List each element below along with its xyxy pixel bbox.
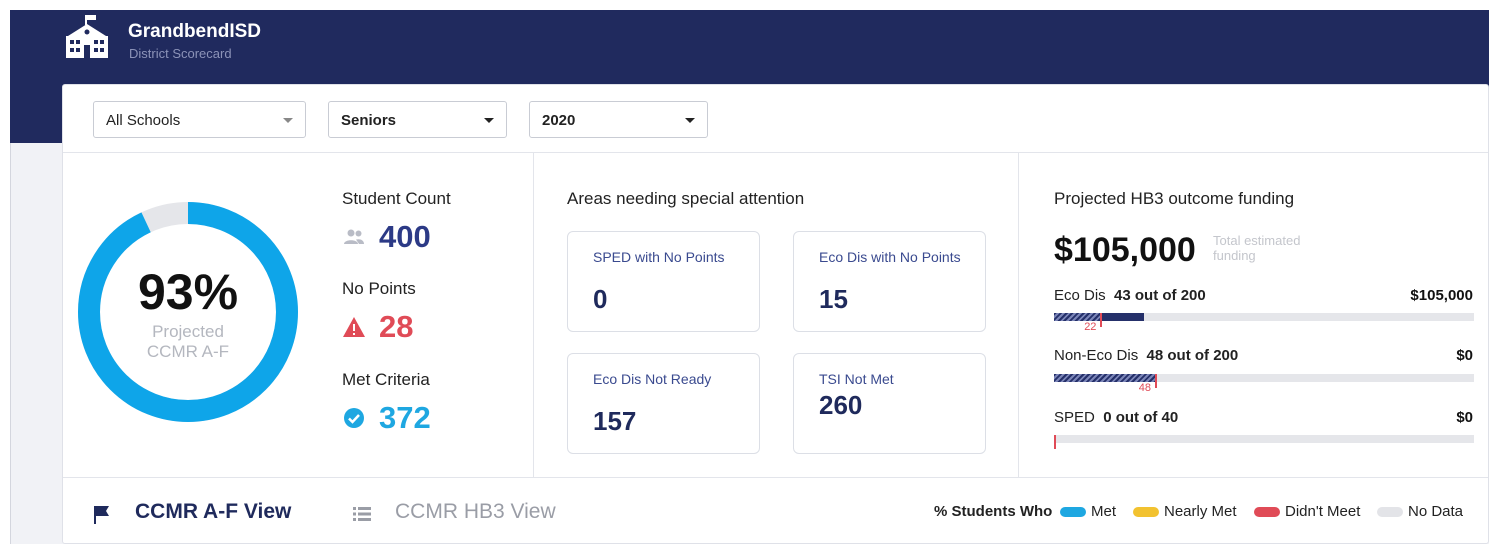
tile-value: 0: [593, 284, 608, 314]
met-criteria-label: Met Criteria: [342, 370, 430, 389]
funding-row-amount: $0: [1456, 409, 1473, 426]
legend-swatch-met: [1060, 507, 1086, 517]
funding-title: Projected HB3 outcome funding: [1054, 189, 1295, 208]
chevron-down-icon: [685, 118, 695, 123]
tile-value: 15: [819, 284, 848, 314]
funding-row-name: SPED: [1054, 409, 1095, 426]
legend-swatch-didnt-meet: [1254, 507, 1280, 517]
funding-row-detail: 43 out of 200: [1114, 287, 1206, 304]
legend-label-no-data: No Data: [1408, 503, 1464, 520]
funding-row-label: Eco Dis 43 out of 200: [1054, 287, 1206, 304]
school-icon: [66, 15, 108, 58]
chevron-down-icon: [484, 118, 494, 123]
student-count-label: Student Count: [342, 189, 451, 208]
funding-bar-track: [1054, 313, 1474, 321]
tile-label: TSI Not Met: [819, 371, 894, 387]
filter-bar: All Schools Seniors 2020: [63, 85, 1488, 153]
funding-marker-label: 22: [1084, 321, 1097, 333]
funding-bar-projected: [1054, 374, 1155, 382]
funding-row-amount: $0: [1456, 347, 1473, 364]
legend-label-nearly-met: Nearly Met: [1164, 503, 1237, 520]
warning-icon: [343, 317, 365, 337]
attention-title: Areas needing special attention: [567, 189, 805, 208]
check-circle-icon: [344, 408, 364, 428]
no-points-label: No Points: [342, 279, 416, 298]
funding-target-marker: [1154, 374, 1157, 388]
legend-swatch-nearly-met: [1133, 507, 1159, 517]
funding-bar-track: [1054, 374, 1474, 382]
legend-swatch-no-data: [1377, 507, 1403, 517]
funding-row-label: SPED 0 out of 40: [1054, 409, 1178, 426]
student-group-value: Seniors: [341, 112, 397, 129]
funding-row-detail: 0 out of 40: [1103, 409, 1179, 426]
year-select[interactable]: 2020: [529, 101, 708, 138]
tile-label: SPED with No Points: [593, 249, 725, 265]
funding-bar-track: [1054, 435, 1474, 443]
flag-icon: [94, 506, 109, 524]
tile-value: 260: [819, 390, 863, 420]
scorecard-card: All Schools Seniors 2020 93% Projected C…: [62, 84, 1489, 544]
no-points-value: 28: [379, 309, 414, 344]
attention-tile[interactable]: TSI Not Met 260: [793, 353, 986, 454]
funding-row-name: Eco Dis: [1054, 287, 1106, 304]
divider: [533, 153, 534, 477]
funding-target-marker: [1100, 313, 1103, 327]
tile-label: Eco Dis Not Ready: [593, 371, 712, 387]
funding-row-name: Non-Eco Dis: [1054, 347, 1139, 364]
funding-row-amount: $105,000: [1410, 287, 1473, 304]
funding-bar-projected: [1054, 313, 1101, 321]
people-icon: [344, 229, 364, 244]
school-select-value: All Schools: [106, 112, 181, 129]
tab-ccmr-af-view[interactable]: CCMR A-F View: [135, 500, 291, 524]
district-name: GrandbendISD: [128, 21, 262, 42]
funding-row-label: Non-Eco Dis 48 out of 200: [1054, 347, 1238, 364]
legend-title: % Students Who: [934, 503, 1053, 520]
school-select[interactable]: All Schools: [93, 101, 306, 138]
funding-total: $105,000: [1054, 231, 1196, 269]
legend-label-met: Met: [1091, 503, 1117, 520]
divider: [1018, 153, 1019, 477]
funding-target-marker: [1054, 435, 1056, 449]
student-group-select[interactable]: Seniors: [328, 101, 507, 138]
legend-label-didnt-meet: Didn't Meet: [1285, 503, 1361, 520]
year-value: 2020: [542, 112, 576, 129]
funding-total-note: Total estimated funding: [1213, 233, 1301, 263]
student-count-value: 400: [379, 219, 431, 254]
tile-value: 157: [593, 406, 637, 436]
tab-ccmr-hb3-view[interactable]: CCMR HB3 View: [395, 500, 556, 524]
ccmr-label-line1: Projected: [152, 322, 224, 341]
app-subtitle: District Scorecard: [129, 46, 232, 61]
ccmr-percent: 93%: [137, 264, 239, 320]
funding-row-detail: 48 out of 200: [1146, 347, 1239, 364]
attention-tile[interactable]: Eco Dis with No Points 15: [793, 231, 986, 332]
chevron-down-icon: [283, 118, 293, 123]
funding-bar-actual: [1100, 313, 1145, 321]
tile-label: Eco Dis with No Points: [819, 249, 961, 265]
met-criteria-value: 372: [379, 400, 431, 435]
funding-marker-label: 48: [1138, 382, 1152, 394]
ccmr-label-line2: CCMR A-F: [146, 342, 230, 361]
attention-tile[interactable]: SPED with No Points 0: [567, 231, 760, 332]
view-tabs-bar: CCMR A-F View CCMR HB3 View % Students W…: [63, 477, 1488, 545]
attention-tile[interactable]: Eco Dis Not Ready 157: [567, 353, 760, 454]
ccmr-percent-label: Projected CCMR A-F: [77, 322, 299, 362]
list-icon: [353, 507, 371, 521]
